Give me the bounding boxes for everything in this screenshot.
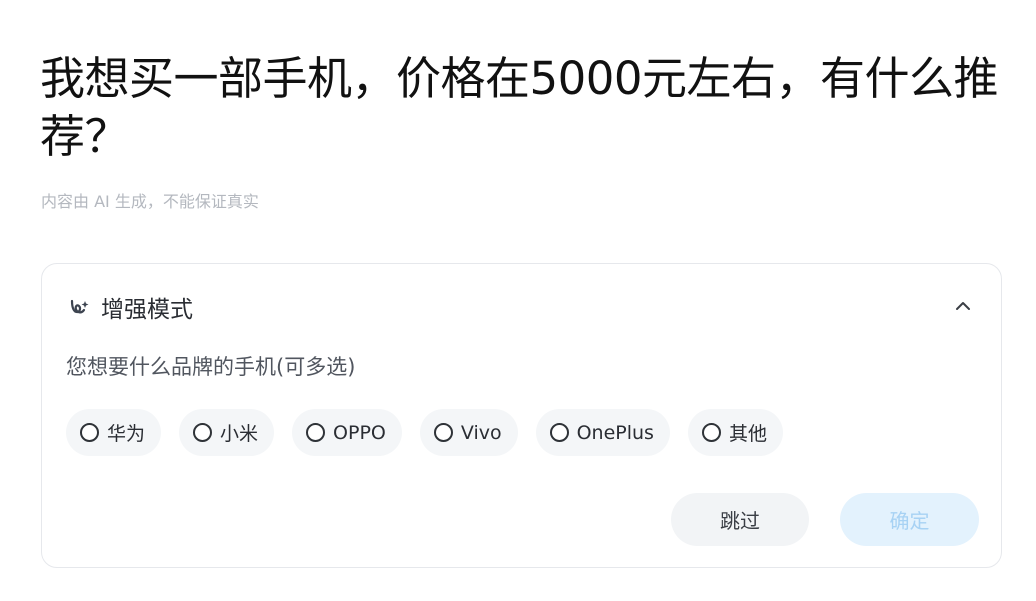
question-heading: 我想买一部手机，价格在5000元左右，有什么推荐？ — [40, 52, 999, 163]
option-oneplus[interactable]: OnePlus — [535, 409, 670, 456]
option-other[interactable]: 其他 — [687, 409, 783, 456]
option-label: OnePlus — [576, 421, 654, 444]
radio-icon — [306, 423, 326, 442]
brand-options: 华为 小米 OPPO Vivo OnePlus 其他 — [66, 409, 783, 456]
chevron-up-icon — [956, 302, 970, 310]
radio-icon — [701, 423, 721, 442]
enhanced-mode-card: 增强模式 您想要什么品牌的手机(可多选) 华为 小米 OPPO Vivo One… — [41, 263, 1002, 568]
option-huawei[interactable]: 华为 — [66, 409, 162, 456]
option-label: OPPO — [333, 421, 386, 444]
radio-icon — [193, 423, 213, 442]
option-label: 华为 — [107, 423, 146, 445]
ai-disclaimer: 内容由 AI 生成，不能保证真实 — [41, 192, 259, 211]
option-vivo[interactable]: Vivo — [419, 409, 518, 456]
enhanced-mode-icon — [70, 299, 89, 314]
option-label: 小米 — [220, 423, 259, 445]
card-header: 增强模式 — [68, 290, 193, 324]
option-xiaomi[interactable]: 小米 — [179, 409, 275, 456]
option-label: 其他 — [728, 423, 767, 445]
collapse-button[interactable] — [949, 292, 977, 320]
brand-question: 您想要什么品牌的手机(可多选) — [66, 355, 356, 379]
radio-icon — [80, 423, 99, 442]
option-label: Vivo — [460, 421, 502, 444]
mode-title: 增强模式 — [101, 297, 193, 323]
skip-button[interactable]: 跳过 — [671, 493, 809, 546]
confirm-button[interactable]: 确定 — [840, 493, 979, 546]
radio-icon — [433, 423, 453, 442]
option-oppo[interactable]: OPPO — [292, 409, 402, 456]
radio-icon — [549, 423, 569, 442]
